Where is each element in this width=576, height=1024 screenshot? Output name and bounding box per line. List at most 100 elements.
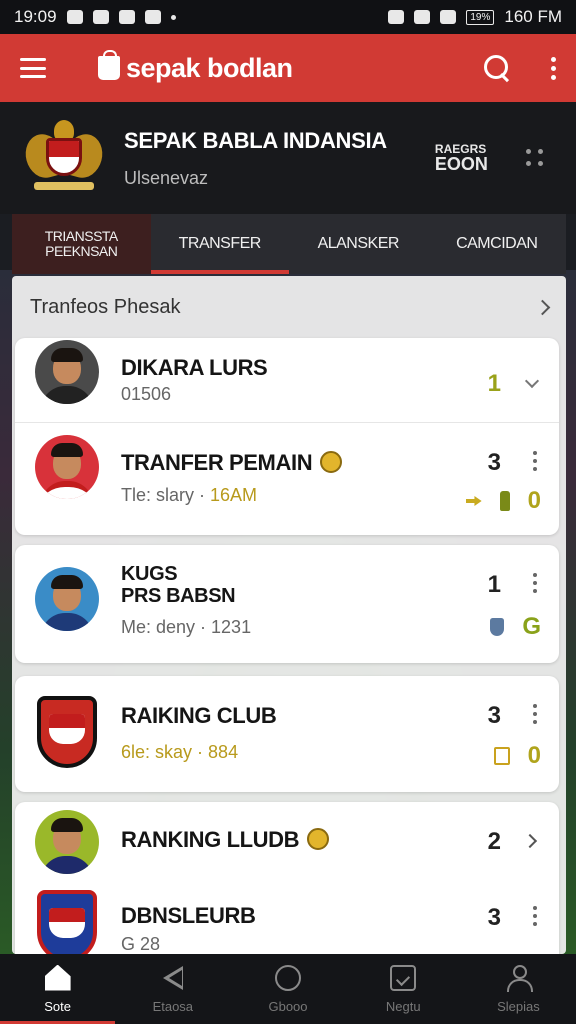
list-item[interactable]: DIKARA LURS 01506 1 <box>15 338 559 422</box>
club-badge-icon <box>37 890 97 954</box>
row-title: DBNSLEURB <box>121 903 256 928</box>
row-subtitle: 01506 <box>121 384 172 404</box>
nav-photo[interactable]: Negtu <box>346 954 461 1024</box>
row-count: 2 <box>487 828 501 855</box>
player-avatar <box>35 340 99 404</box>
list-item[interactable]: RANKING LLUDB 2 <box>15 802 559 882</box>
home-icon <box>44 964 71 991</box>
person-icon <box>505 964 534 992</box>
row-count: 3 <box>487 449 501 476</box>
search-icon[interactable] <box>483 54 511 82</box>
row-sub-label: Tle: slary · <box>121 485 206 505</box>
signal-icon <box>440 10 457 24</box>
nav-label: Etaosa <box>152 998 194 1014</box>
team-header: SEPAK BABLA INDANSIA Ulsenevaz RAEGRS EO… <box>0 102 576 214</box>
row-count: 1 <box>487 370 501 397</box>
app-bar: sepak bodlan <box>0 34 576 102</box>
row-sub-value: 884 <box>208 742 239 762</box>
header-badge[interactable]: RAEGRS EOON <box>435 143 488 173</box>
tab-label: ALANSKER <box>317 235 400 253</box>
chevron-right-icon <box>534 299 551 315</box>
box-icon <box>493 747 510 765</box>
list-item[interactable]: DBNSLEURB G 28 3 <box>15 882 559 954</box>
row-title: RANKING LLUDB <box>121 827 330 852</box>
football-icon <box>320 451 343 473</box>
row-title: KUGS PRS BABSN <box>121 563 236 607</box>
stat-value: G <box>522 613 541 640</box>
tab-label: TRIANSSTA PEEKNSAN <box>44 227 119 259</box>
row-subtitle: G 28 <box>121 934 161 954</box>
nav-back[interactable]: Etaosa <box>115 954 230 1024</box>
shield-icon <box>490 618 505 636</box>
status-time: 19:09 <box>14 7 57 26</box>
nav-label: Slepias <box>497 998 540 1014</box>
bag-icon <box>98 50 120 80</box>
more-options-icon[interactable] <box>533 451 537 471</box>
more-notifications-icon <box>170 14 176 20</box>
message-icon <box>92 10 109 24</box>
row-count: 1 <box>487 571 501 598</box>
arrow-right-icon <box>465 496 482 506</box>
row-stats: 0 <box>465 487 541 515</box>
gallery-icon <box>66 10 83 24</box>
row-sub-label: 6le: skay · <box>121 742 204 762</box>
row-subtitle: 6le: skay · 884 <box>121 742 238 763</box>
player-avatar <box>35 435 99 499</box>
stat-value: 0 <box>527 742 541 769</box>
more-options-icon[interactable] <box>533 573 537 593</box>
row-title-line-2: PRS BABSN <box>121 585 236 607</box>
status-left: 19:09 <box>14 7 176 27</box>
row-sub-value: 16AM <box>210 485 258 505</box>
list-item[interactable]: TRANFER PEMAIN Tle: slary · 16AM 3 0 <box>15 423 559 535</box>
row-title: DIKARA LURS <box>121 355 268 380</box>
nav-label: Gbooo <box>268 998 308 1014</box>
bottom-nav: Sote Etaosa Gbooo Negtu Slepias <box>0 954 576 1024</box>
club-badge-icon <box>37 696 97 768</box>
nav-profile[interactable]: Slepias <box>461 954 576 1024</box>
row-subtitle: Me: deny · 1231 <box>121 617 252 637</box>
row-title-line-1: KUGS <box>121 563 178 585</box>
tab-label: TRANSFER <box>178 235 262 253</box>
row-count: 3 <box>487 904 501 931</box>
team-subtitle: Ulsenevaz <box>124 167 209 188</box>
badge-line-2: EOON <box>434 154 488 174</box>
photo-icon <box>390 964 417 991</box>
menu-icon[interactable] <box>20 58 46 78</box>
chevron-right-icon[interactable] <box>522 833 538 849</box>
transfer-card[interactable]: KUGS PRS BABSN Me: deny · 1231 1 G <box>15 545 559 663</box>
football-icon <box>307 828 330 850</box>
section-header[interactable]: Tranfeos Phesak <box>12 276 566 338</box>
app-icon <box>118 10 135 24</box>
grid-menu-icon[interactable] <box>526 149 544 167</box>
more-options-icon[interactable] <box>533 906 537 926</box>
nav-chat[interactable]: Gbooo <box>230 954 345 1024</box>
row-stats: G <box>490 613 541 641</box>
status-right: 19% 160 FM <box>388 7 562 27</box>
nav-label: Negtu <box>385 998 421 1014</box>
tab-transfer[interactable]: TRANSFER <box>150 214 290 274</box>
player-avatar <box>35 567 99 631</box>
tab-camcidan[interactable]: CAMCIDAN <box>428 214 567 274</box>
team-title: SEPAK BABLA INDANSIA <box>124 127 387 153</box>
transfer-card: RANKING LLUDB 2 DBNSLEURB G 28 3 <box>15 802 559 954</box>
tab-label: CAMCIDAN <box>456 235 538 253</box>
more-options-icon[interactable] <box>533 704 537 724</box>
row-count: 3 <box>487 702 501 729</box>
tab-peeknsan[interactable]: TRIANSSTA PEEKNSAN <box>12 214 151 274</box>
battery-icon: 19% <box>466 9 495 25</box>
wifi-icon <box>414 10 431 24</box>
chat-icon <box>275 964 301 991</box>
row-title: RAIKING CLUB <box>121 703 277 728</box>
transfer-list-panel: Tranfeos Phesak DIKARA LURS 01506 1 TRAN… <box>12 276 566 954</box>
transfer-card: DIKARA LURS 01506 1 TRANFER PEMAIN Tle: … <box>15 338 559 535</box>
alarm-icon <box>388 10 405 24</box>
row-title-text: TRANFER PEMAIN <box>121 450 313 475</box>
nav-label: Sote <box>44 998 71 1014</box>
transfer-card[interactable]: RAIKING CLUB 6le: skay · 884 3 0 <box>15 676 559 792</box>
nav-home[interactable]: Sote <box>0 954 116 1024</box>
more-options-icon[interactable] <box>551 56 556 80</box>
chevron-down-icon[interactable] <box>524 373 540 389</box>
player-avatar <box>35 810 99 874</box>
brand[interactable]: sepak bodlan <box>98 50 293 84</box>
tab-alansker[interactable]: ALANSKER <box>289 214 428 274</box>
